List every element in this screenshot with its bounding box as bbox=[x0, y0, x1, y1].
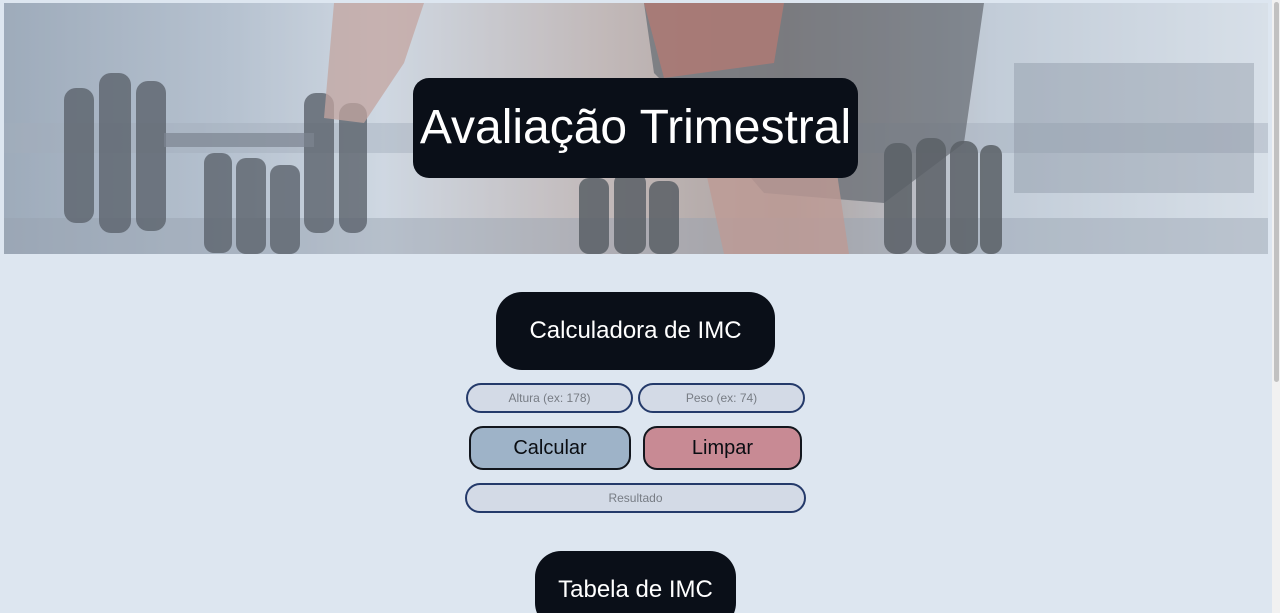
height-input[interactable] bbox=[466, 383, 633, 413]
page-title: Avaliação Trimestral bbox=[413, 78, 858, 178]
page-scrollbar[interactable] bbox=[1272, 0, 1280, 613]
clear-button[interactable]: Limpar bbox=[643, 426, 802, 470]
imc-table-title: Tabela de IMC bbox=[535, 551, 736, 613]
weight-input[interactable] bbox=[638, 383, 805, 413]
calculator-title: Calculadora de IMC bbox=[496, 292, 775, 370]
calculate-button[interactable]: Calcular bbox=[469, 426, 631, 470]
hero-banner: Avaliação Trimestral bbox=[4, 3, 1268, 254]
page: Avaliação Trimestral Calculadora de IMC … bbox=[0, 0, 1280, 613]
result-field bbox=[465, 483, 806, 513]
scrollbar-thumb[interactable] bbox=[1274, 2, 1279, 382]
